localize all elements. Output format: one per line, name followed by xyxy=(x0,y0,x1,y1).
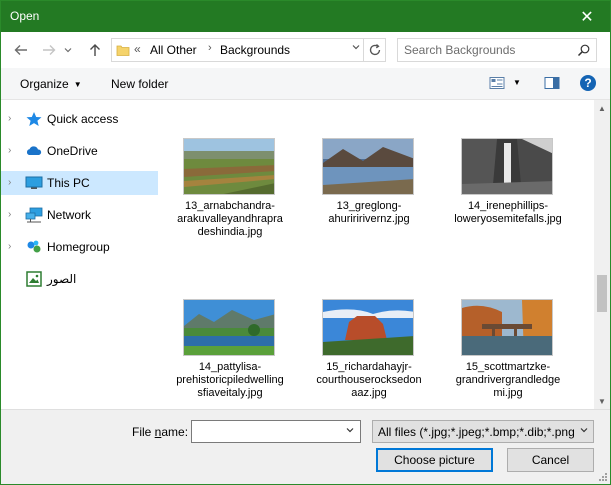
search-icon[interactable] xyxy=(577,44,590,57)
file-name-input[interactable] xyxy=(195,424,340,439)
arrow-left-icon xyxy=(14,45,27,55)
breadcrumb-separator-icon[interactable]: › xyxy=(208,42,212,54)
chevron-down-icon[interactable] xyxy=(345,425,355,438)
resize-grip-icon[interactable] xyxy=(598,472,608,482)
scroll-up-icon[interactable]: ▲ xyxy=(594,100,610,116)
monitor-icon xyxy=(25,176,43,189)
network-icon xyxy=(25,207,43,223)
new-folder-button[interactable]: New folder xyxy=(111,77,168,91)
file-thumbnail xyxy=(322,138,414,195)
dialog-footer: File name: All files (*.jpg;*.jpeg;*.bmp… xyxy=(1,409,610,484)
file-name: 13_arnabchandra-arakuvalleyandhrapradesh… xyxy=(177,200,283,238)
scrollbar-thumb[interactable] xyxy=(597,275,607,312)
search-box[interactable] xyxy=(397,38,597,62)
breadcrumb-all-other[interactable]: All Other xyxy=(150,43,197,57)
sidebar-item-quick-access[interactable]: › Quick access xyxy=(1,107,158,131)
file-view: 13_arnabchandra-arakuvalleyandhrapradesh… xyxy=(164,100,594,409)
title-bar: Open ✕ xyxy=(1,1,610,32)
file-name: 13_greglong-ahuriririvernz.jpg xyxy=(328,200,410,225)
navigation-bar: « All Other › Backgrounds xyxy=(1,32,610,68)
arrow-right-icon xyxy=(43,45,56,55)
open-dialog: Open ✕ « All Other › Backgrounds Search … xyxy=(0,0,611,485)
star-icon xyxy=(26,112,42,126)
file-thumbnail xyxy=(183,299,275,356)
sidebar-item-label: Homegroup xyxy=(47,240,110,254)
change-view-button[interactable] xyxy=(489,76,505,90)
organize-label: Organize xyxy=(20,77,69,91)
scroll-down-icon[interactable]: ▼ xyxy=(594,393,610,409)
address-dropdown-icon[interactable] xyxy=(351,42,361,55)
back-button[interactable] xyxy=(9,38,33,62)
file-name-label: File name: xyxy=(132,425,189,439)
sidebar-item-pictures[interactable]: الصور xyxy=(1,267,158,291)
sidebar-item-label: الصور xyxy=(47,272,77,286)
sidebar-item-label: OneDrive xyxy=(47,144,98,158)
close-button[interactable]: ✕ xyxy=(564,1,610,32)
file-name: 14_irenephillips-loweryosemitefalls.jpg xyxy=(454,200,562,225)
refresh-icon xyxy=(369,44,380,56)
up-button[interactable] xyxy=(83,38,107,62)
file-thumbnail xyxy=(183,138,275,195)
sidebar-item-this-pc[interactable]: › This PC xyxy=(1,171,158,195)
sidebar-item-label: Network xyxy=(47,208,92,222)
file-type-filter-select[interactable]: All files (*.jpg;*.jpeg;*.bmp;*.dib;*.pn… xyxy=(372,420,594,443)
file-name-combobox[interactable] xyxy=(191,420,361,443)
navigation-pane: › Quick access › OneDrive › This PC › Ne… xyxy=(1,100,164,409)
file-thumbnail xyxy=(461,299,553,356)
help-button[interactable]: ? xyxy=(580,75,596,91)
forward-button[interactable] xyxy=(37,38,61,62)
window-title: Open xyxy=(10,9,40,23)
view-options-dropdown-icon[interactable]: ▼ xyxy=(513,78,521,87)
file-thumbnail xyxy=(461,138,553,195)
chevron-down-icon[interactable] xyxy=(579,425,589,438)
overflow-chevron-icon[interactable]: « xyxy=(134,42,141,56)
file-type-filter-value: All files (*.jpg;*.jpeg;*.bmp;*.dib;*.pn… xyxy=(378,425,575,439)
command-bar: Organize ▼ New folder ▼ ? xyxy=(1,68,610,100)
arrow-up-icon xyxy=(90,44,100,56)
chevron-down-icon xyxy=(64,48,72,53)
expand-chevron-icon[interactable]: › xyxy=(8,113,11,124)
expand-chevron-icon[interactable]: › xyxy=(8,145,11,156)
cloud-icon xyxy=(26,146,42,155)
sidebar-item-homegroup[interactable]: › Homegroup xyxy=(1,235,158,259)
breadcrumb-backgrounds[interactable]: Backgrounds xyxy=(220,43,290,57)
details-view-icon xyxy=(489,77,505,89)
sidebar-item-onedrive[interactable]: › OneDrive xyxy=(1,139,158,163)
search-input[interactable] xyxy=(404,42,574,58)
folder-icon xyxy=(116,45,130,56)
file-name: 15_richardahayjr-courthouserocksedonaaz.… xyxy=(316,361,422,399)
file-name: 14_pattylisa-prehistoricpiledwellingsfia… xyxy=(176,361,284,399)
pictures-icon xyxy=(26,271,42,287)
address-bar[interactable]: « All Other › Backgrounds xyxy=(111,38,386,62)
preview-pane-button[interactable] xyxy=(544,76,560,90)
organize-menu-button[interactable]: Organize ▼ xyxy=(20,77,82,91)
expand-chevron-icon[interactable]: › xyxy=(8,209,11,220)
preview-pane-icon xyxy=(544,77,560,89)
caret-down-icon: ▼ xyxy=(73,80,82,89)
close-icon: ✕ xyxy=(580,8,594,26)
recent-locations-button[interactable] xyxy=(61,38,75,62)
refresh-button[interactable] xyxy=(363,39,385,61)
file-name: 15_scottmartzke-grandrivergrandledgemi.j… xyxy=(455,361,561,399)
expand-chevron-icon[interactable]: › xyxy=(8,241,11,252)
expand-chevron-icon[interactable]: › xyxy=(8,177,11,188)
choose-picture-button[interactable]: Choose picture xyxy=(376,448,493,472)
homegroup-icon xyxy=(27,240,41,253)
sidebar-item-label: This PC xyxy=(47,176,90,190)
vertical-scrollbar[interactable]: ▲ ▼ xyxy=(594,100,610,409)
sidebar-item-network[interactable]: › Network xyxy=(1,203,158,227)
sidebar-item-label: Quick access xyxy=(47,112,119,126)
cancel-button[interactable]: Cancel xyxy=(507,448,594,472)
file-thumbnail xyxy=(322,299,414,356)
